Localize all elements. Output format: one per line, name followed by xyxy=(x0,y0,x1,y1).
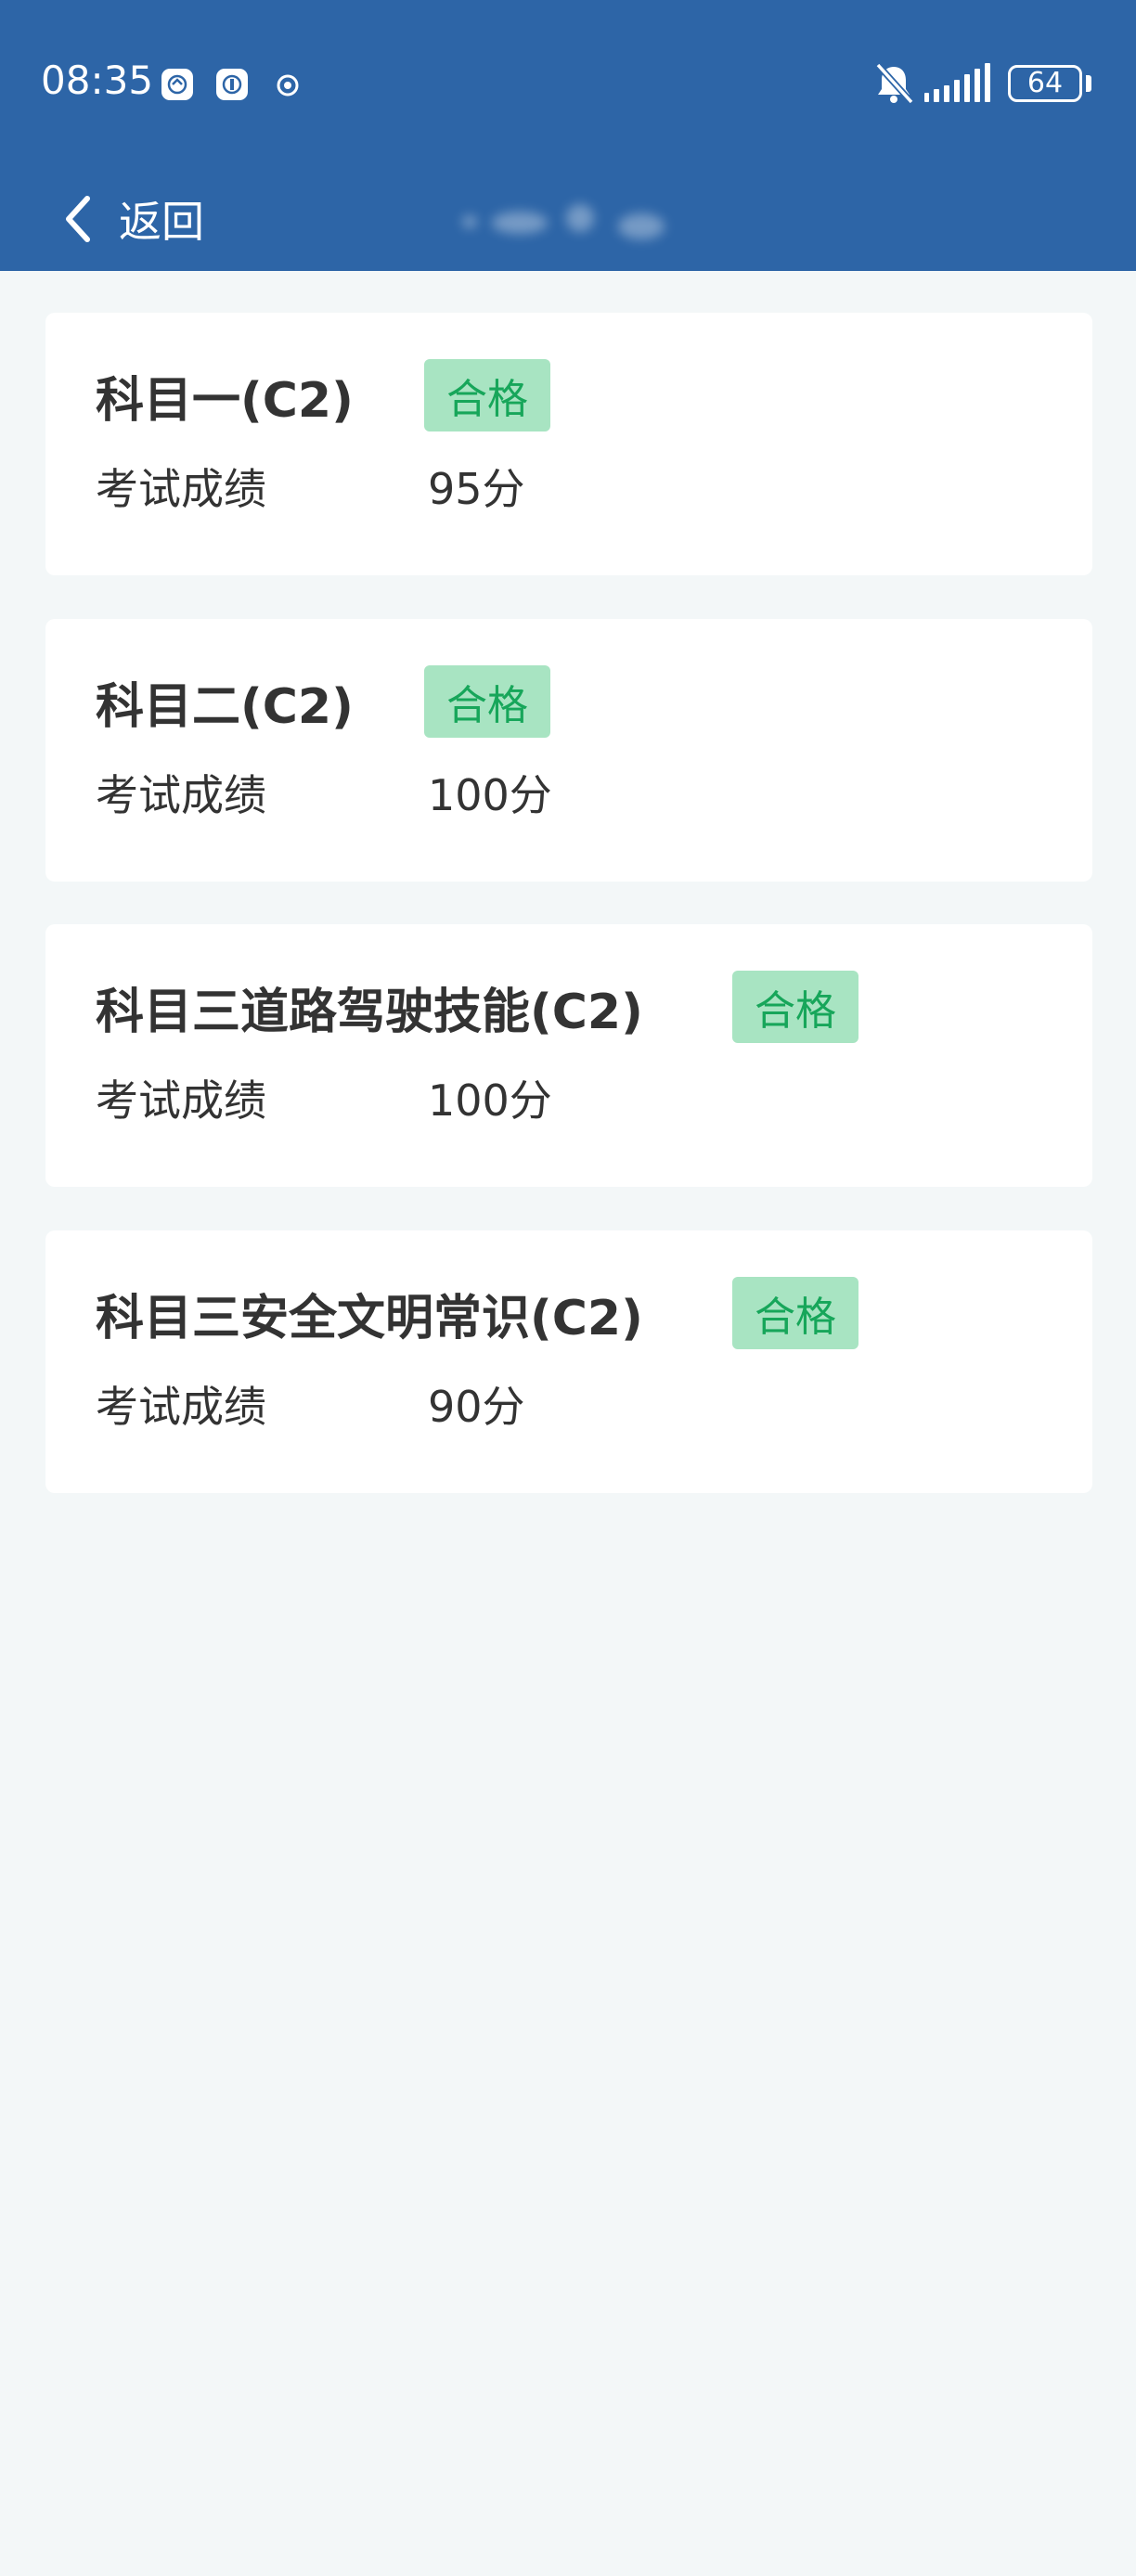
score-value: 90分 xyxy=(428,1382,525,1432)
notification-app-icon xyxy=(161,69,193,100)
mute-bell-icon xyxy=(872,61,915,109)
result-card: 科目三安全文明常识(C2) 合格 考试成绩 90分 xyxy=(45,1230,1092,1493)
card-title-row: 科目二(C2) 合格 xyxy=(96,665,550,738)
score-label: 考试成绩 xyxy=(96,1075,266,1126)
back-button[interactable]: 返回 xyxy=(56,167,241,271)
notification-app-icon xyxy=(275,72,301,98)
result-card: 科目三道路驾驶技能(C2) 合格 考试成绩 100分 xyxy=(45,924,1092,1187)
score-value: 100分 xyxy=(428,770,552,820)
blurred-page-title xyxy=(455,195,678,245)
pass-badge: 合格 xyxy=(732,1277,858,1349)
card-title-row: 科目三道路驾驶技能(C2) 合格 xyxy=(96,971,858,1043)
subject-title: 科目三安全文明常识(C2) xyxy=(96,1290,643,1346)
subject-title: 科目一(C2) xyxy=(96,372,354,429)
score-value: 100分 xyxy=(428,1075,552,1126)
pass-badge: 合格 xyxy=(732,971,858,1043)
battery-level: 64 xyxy=(1026,67,1064,99)
subject-title: 科目三道路驾驶技能(C2) xyxy=(96,984,643,1040)
battery-tip xyxy=(1086,75,1091,92)
status-bar: 08:35 64 xyxy=(0,0,1136,167)
back-label: 返回 xyxy=(119,197,204,247)
pass-badge: 合格 xyxy=(424,359,550,431)
cellular-signal-icon xyxy=(924,61,997,109)
score-label: 考试成绩 xyxy=(96,1382,266,1432)
result-card: 科目一(C2) 合格 考试成绩 95分 xyxy=(45,313,1092,575)
notification-app-icon xyxy=(216,69,248,100)
app-header: 08:35 64 返回 xyxy=(0,0,1136,271)
battery-icon: 64 xyxy=(1008,65,1082,102)
chevron-left-icon xyxy=(66,196,90,242)
subject-title: 科目二(C2) xyxy=(96,678,354,735)
score-label: 考试成绩 xyxy=(96,770,266,820)
card-title-row: 科目一(C2) 合格 xyxy=(96,359,550,431)
card-title-row: 科目三安全文明常识(C2) 合格 xyxy=(96,1277,858,1349)
score-value: 95分 xyxy=(428,464,525,514)
pass-badge: 合格 xyxy=(424,665,550,738)
score-label: 考试成绩 xyxy=(96,464,266,514)
result-card: 科目二(C2) 合格 考试成绩 100分 xyxy=(45,619,1092,882)
nav-bar: 返回 xyxy=(0,167,1136,271)
status-time: 08:35 xyxy=(41,58,154,103)
